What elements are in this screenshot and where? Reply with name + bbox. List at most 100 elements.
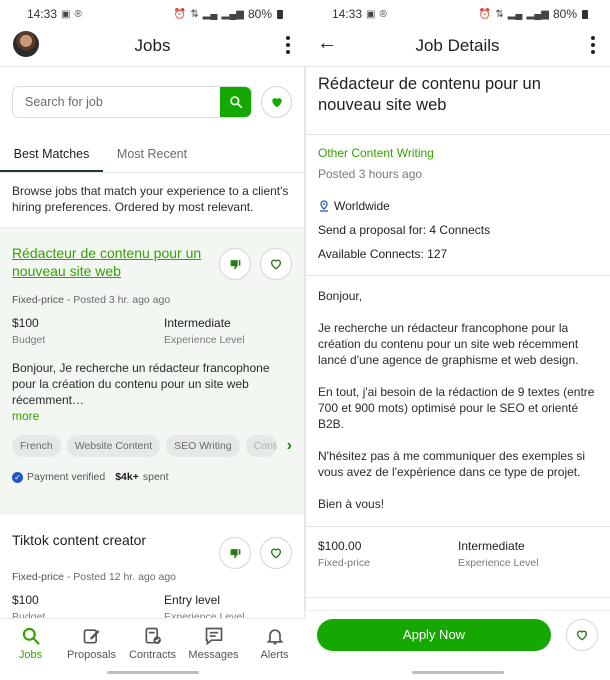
job-posted: - Posted 3 hr. ago ago [63,294,171,306]
signal-icon: ▂▄ [507,8,523,20]
apply-bar: Apply Now [305,610,610,680]
avatar[interactable] [13,31,39,57]
client-spent-label: spent [142,471,169,483]
jobs-content: Best Matches Most Recent Browse jobs tha… [0,66,305,680]
heart-icon [576,630,588,641]
skill-chip[interactable]: French [12,435,61,457]
search-button[interactable] [220,87,251,117]
job-actions [219,248,292,280]
job-location: Worldwide [318,199,598,213]
search-input[interactable] [13,87,220,117]
nav-label: Proposals [67,649,116,661]
job-type: Fixed-price [12,294,64,306]
signal-icon: ▂▄▆ [221,8,244,20]
save-job-button[interactable] [260,537,292,569]
job-card[interactable]: Tiktok content creator Fixed-price - Pos… [0,509,304,635]
search-field [12,86,252,118]
best-matches-intro: Browse jobs that match your experience t… [0,173,304,228]
gallery-icon: ▣ [366,8,376,20]
client-info: ✓ Payment verified $4k+ spent [12,471,292,497]
apply-now-button[interactable]: Apply Now [317,619,551,651]
skill-chip[interactable]: SEO Writing [166,435,240,457]
status-bar: 14:33 ▣ ® ⏰ ⇅ ▂▄ ▂▄▆ 80% [305,0,610,28]
nav-label: Messages [188,649,239,661]
search-icon [229,96,242,109]
job-budget: $100 [12,316,39,330]
nav-alerts[interactable]: Alerts [245,625,305,680]
back-arrow-icon[interactable]: ← [317,32,337,55]
data-icon: ⇅ [190,8,199,20]
job-budget: $100 [12,593,39,607]
more-options-icon[interactable] [285,36,291,54]
proposal-cost: Send a proposal for: 4 Connects [318,223,491,237]
saved-jobs-button[interactable] [261,86,292,118]
battery-icon [277,9,283,19]
description-paragraph: Bien à vous! [318,497,385,511]
skill-chip[interactable]: Website Content [66,435,161,457]
more-link[interactable]: more [12,409,292,423]
job-description: Bonjour, Je recherche un rédacteur franc… [306,288,610,527]
available-connects: Available Connects: 127 [318,247,448,261]
job-title[interactable]: Tiktok content creator [12,531,207,549]
job-meta: Fixed-price - Posted 12 hr. ago ago [12,571,292,583]
app-notification-icon: ® [379,8,387,20]
data-icon: ⇅ [495,8,504,20]
job-actions [219,537,292,569]
app-bar: ← Job Details [305,28,610,64]
description-paragraph: En tout, j'ai besoin de la rédaction de … [318,385,595,431]
nav-label: Contracts [128,649,177,661]
job-description: Bonjour, Je recherche un rédacteur franc… [12,361,270,407]
save-job-button[interactable] [260,248,292,280]
dislike-button[interactable] [219,537,251,569]
tab-most-recent[interactable]: Most Recent [103,137,201,172]
skill-chips: French Website Content SEO Writing Conte… [12,435,292,457]
edit-icon [83,629,99,644]
job-title-section: Rédacteur de contenu pour un nouveau sit… [306,67,610,135]
more-options-icon[interactable] [590,36,596,54]
page-title: Jobs [134,36,171,55]
job-meta: Fixed-price - Posted 3 hr. ago ago [12,294,292,306]
alarm-icon: ⏰ [478,8,492,20]
nav-label: Jobs [18,649,43,661]
skill-chip[interactable]: Conte [245,435,277,457]
contract-icon [145,627,161,644]
job-details: $100 Budget Intermediate Experience Leve… [12,316,292,346]
heart-icon [270,548,282,559]
client-spent: $4k+ [115,471,139,483]
job-price: $100.00 [318,539,362,553]
save-job-button[interactable] [566,619,598,651]
job-level: Intermediate [164,316,231,330]
dislike-button[interactable] [219,248,251,280]
thumbs-down-icon [230,548,240,558]
app-notification-icon: ® [74,8,82,20]
job-posted: - Posted 12 hr. ago ago [63,571,177,583]
chevron-right-icon[interactable]: › [287,437,292,455]
job-details-content: Rédacteur de contenu pour un nouveau sit… [305,66,610,680]
battery-percent: 80% [247,7,272,21]
battery-percent: 80% [552,7,577,21]
home-indicator [411,671,504,674]
nav-jobs[interactable]: Jobs [1,625,61,680]
heart-icon [270,259,282,270]
job-terms-section: $100.00 Fixed-price Intermediate Experie… [306,527,610,598]
job-tabs: Best Matches Most Recent [0,137,304,173]
job-type: Fixed-price [12,571,64,583]
job-title: Rédacteur de contenu pour un nouveau sit… [318,75,541,114]
battery-icon [582,9,588,19]
heart-filled-icon [271,98,282,108]
home-indicator [106,671,199,674]
description-paragraph: Bonjour, [318,289,363,303]
job-posted: Posted 3 hours ago [318,167,423,181]
job-budget-label: Budget [12,334,46,346]
job-card[interactable]: Rédacteur de contenu pour un nouveau sit… [0,228,304,509]
tab-best-matches[interactable]: Best Matches [0,137,103,172]
job-category[interactable]: Other Content Writing [318,139,598,160]
description-paragraph: Je recherche un rédacteur francophone po… [318,321,579,367]
job-title-link[interactable]: Rédacteur de contenu pour un nouveau sit… [12,244,207,280]
message-icon [205,627,222,646]
app-bar: Jobs [0,28,305,64]
thumbs-down-icon [230,259,240,269]
job-level-label: Experience Level [458,557,539,569]
signal-icon: ▂▄▆ [526,8,549,20]
job-price-label: Fixed-price [318,557,370,569]
